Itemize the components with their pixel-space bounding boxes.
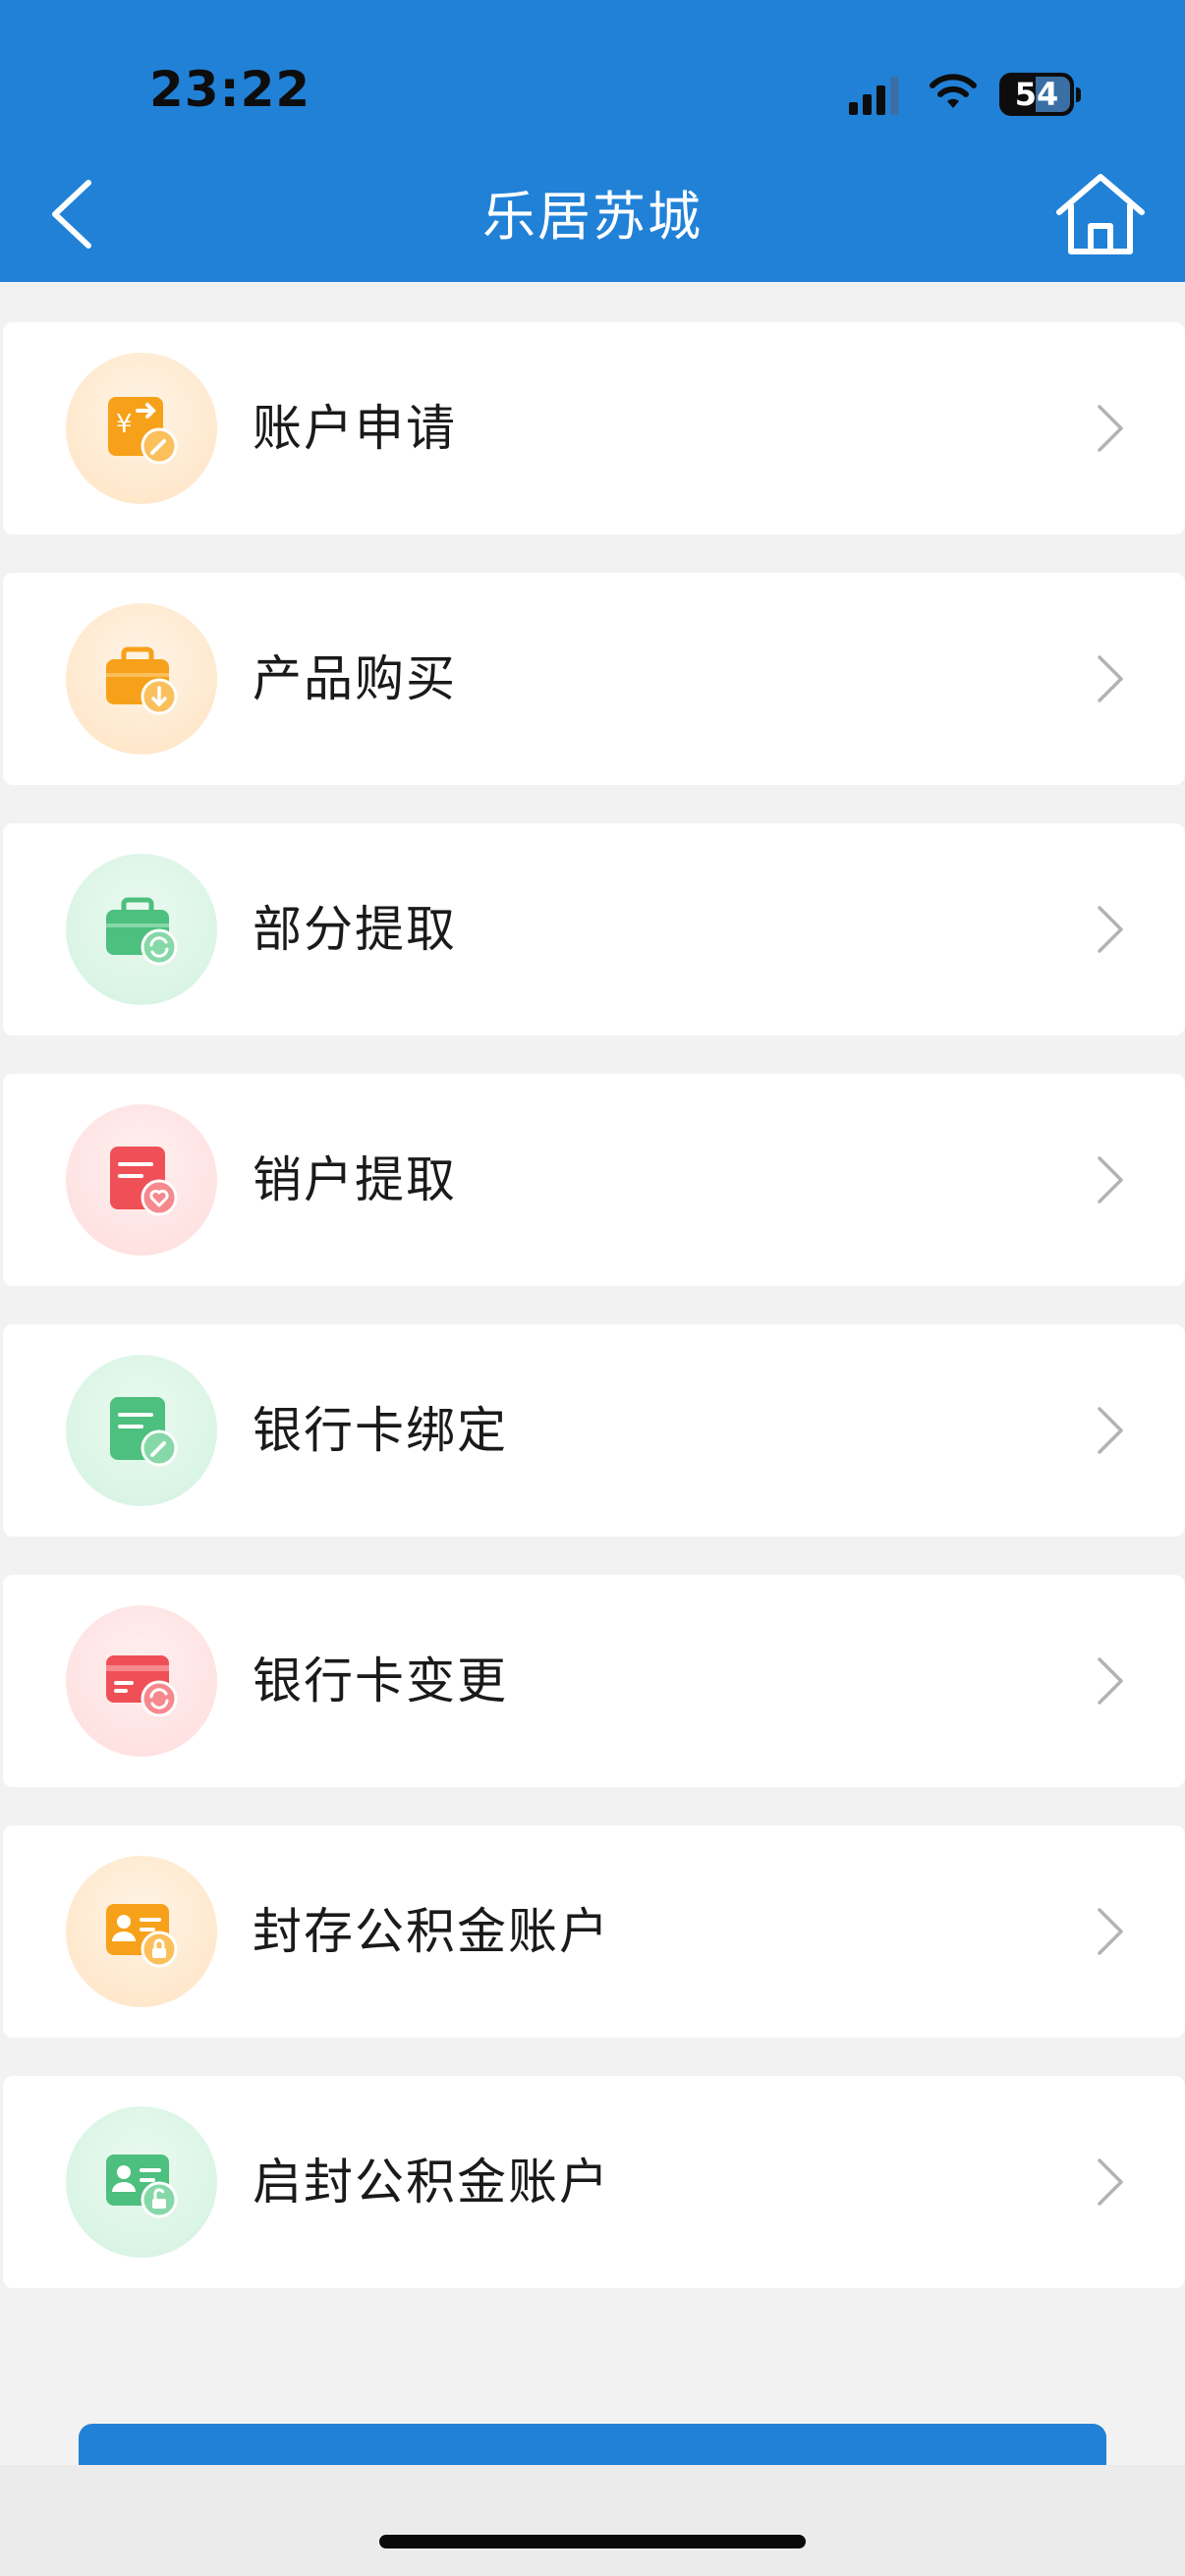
menu-item-label: 产品购买 bbox=[253, 650, 457, 707]
partial-withdraw-icon bbox=[66, 854, 217, 1005]
account-apply-icon: ¥ bbox=[66, 353, 217, 504]
menu-item-account-apply[interactable]: ¥ 账户申请 bbox=[3, 322, 1185, 534]
menu-item-label: 销户提取 bbox=[253, 1151, 457, 1208]
menu-item-label: 部分提取 bbox=[253, 901, 457, 958]
menu-item-label: 银行卡绑定 bbox=[253, 1402, 508, 1459]
chevron-right-icon bbox=[1098, 405, 1123, 452]
menu-item-label: 账户申请 bbox=[253, 400, 457, 457]
battery-level: 54 bbox=[1014, 76, 1059, 113]
unseal-fund-account-icon bbox=[66, 2106, 217, 2258]
battery-icon: 54 bbox=[999, 73, 1082, 118]
chevron-right-icon bbox=[1098, 655, 1123, 702]
menu-item-close-account-withdraw[interactable]: 销户提取 bbox=[3, 1074, 1185, 1286]
status-time: 23:22 bbox=[149, 61, 311, 118]
menu-item-seal-fund-account[interactable]: 封存公积金账户 bbox=[3, 1825, 1185, 2038]
menu-item-unseal-fund-account[interactable]: 启封公积金账户 bbox=[3, 2076, 1185, 2288]
menu-item-partial-withdraw[interactable]: 部分提取 bbox=[3, 823, 1185, 1036]
product-purchase-icon bbox=[66, 603, 217, 755]
menu-item-bank-card-change[interactable]: 银行卡变更 bbox=[3, 1575, 1185, 1787]
chevron-right-icon bbox=[1098, 2158, 1123, 2206]
menu-item-label: 启封公积金账户 bbox=[253, 2154, 610, 2211]
page-title: 乐居苏城 bbox=[482, 186, 703, 248]
bottom-safe-area bbox=[0, 2465, 1185, 2576]
signal-icon bbox=[849, 77, 899, 115]
chevron-right-icon bbox=[1098, 1657, 1123, 1705]
chevron-right-icon bbox=[1098, 1407, 1123, 1454]
home-icon[interactable] bbox=[1051, 171, 1150, 259]
chevron-right-icon bbox=[1098, 1908, 1123, 1955]
menu-item-bank-card-bind[interactable]: 银行卡绑定 bbox=[3, 1324, 1185, 1537]
chevron-right-icon bbox=[1098, 906, 1123, 953]
home-indicator[interactable] bbox=[379, 2535, 806, 2548]
bank-card-change-icon bbox=[66, 1605, 217, 1757]
wifi-icon bbox=[930, 74, 977, 108]
menu-item-product-purchase[interactable]: 产品购买 bbox=[3, 573, 1185, 785]
chevron-right-icon bbox=[1098, 1156, 1123, 1204]
menu-item-label: 银行卡变更 bbox=[253, 1652, 508, 1709]
seal-fund-account-icon bbox=[66, 1856, 217, 2007]
close-account-withdraw-icon bbox=[66, 1104, 217, 1256]
bank-card-bind-icon bbox=[66, 1355, 217, 1506]
menu-item-label: 封存公积金账户 bbox=[253, 1903, 610, 1960]
svg-text:¥: ¥ bbox=[116, 410, 133, 439]
